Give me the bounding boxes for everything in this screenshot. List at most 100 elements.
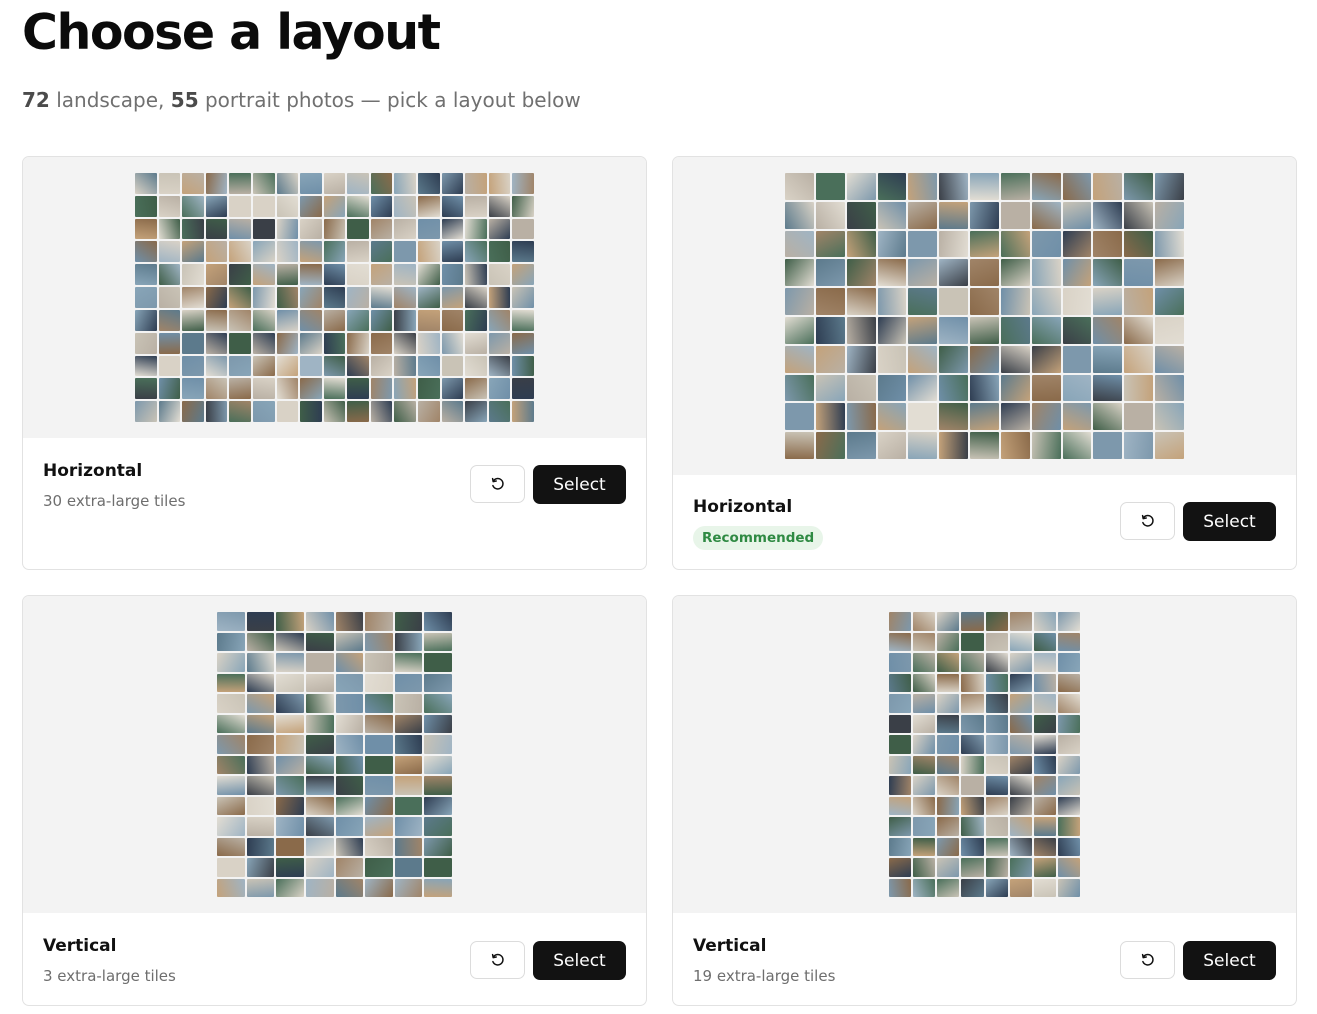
photo-thumbnail — [335, 653, 364, 672]
photo-thumbnail — [465, 173, 487, 194]
photo-thumbnail — [418, 218, 440, 240]
photo-thumbnail — [158, 241, 181, 263]
photo-thumbnail — [347, 378, 369, 400]
reset-button[interactable] — [470, 941, 525, 979]
photo-thumbnail — [1009, 796, 1032, 815]
photo-thumbnail — [1009, 776, 1032, 795]
photo-thumbnail — [985, 673, 1008, 692]
photo-thumbnail — [305, 694, 334, 713]
photo-thumbnail — [365, 632, 393, 651]
photo-thumbnail — [908, 374, 938, 402]
photo-thumbnail — [785, 316, 814, 344]
photo-thumbnail — [1155, 230, 1184, 258]
reset-button[interactable] — [1120, 941, 1175, 979]
photo-thumbnail — [1033, 714, 1056, 733]
photo-thumbnail — [246, 714, 275, 733]
photo-thumbnail — [785, 173, 814, 200]
photo-thumbnail — [488, 355, 511, 377]
photo-thumbnail — [205, 264, 228, 286]
photo-thumbnail — [846, 288, 876, 315]
layout-preview — [23, 157, 646, 438]
photo-thumbnail — [512, 401, 534, 422]
photo-thumbnail — [305, 858, 334, 877]
card-description: 3 extra-large tiles — [43, 967, 176, 985]
photo-thumbnail — [335, 632, 364, 651]
photo-thumbnail — [937, 673, 960, 692]
photo-thumbnail — [135, 332, 157, 354]
reset-button[interactable] — [470, 465, 525, 503]
select-button[interactable]: Select — [1183, 941, 1276, 980]
photo-thumbnail — [889, 653, 912, 672]
photo-thumbnail — [1033, 653, 1056, 672]
photo-thumbnail — [488, 218, 511, 240]
mosaic-preview — [217, 612, 452, 897]
photo-thumbnail — [913, 878, 936, 897]
select-button[interactable]: Select — [533, 941, 626, 980]
photo-thumbnail — [1062, 374, 1092, 402]
photo-thumbnail — [335, 776, 364, 795]
rotate-ccw-icon — [491, 477, 504, 490]
photo-thumbnail — [418, 332, 440, 354]
photo-thumbnail — [276, 264, 299, 286]
photo-thumbnail — [985, 878, 1008, 897]
photo-summary: 72 landscape, 55 portrait photos — pick … — [22, 86, 581, 114]
photo-thumbnail — [913, 714, 936, 733]
photo-thumbnail — [246, 878, 275, 897]
photo-thumbnail — [970, 288, 999, 315]
photo-thumbnail — [1009, 878, 1032, 897]
photo-thumbnail — [252, 218, 275, 240]
photo-thumbnail — [1057, 694, 1080, 713]
photo-thumbnail — [365, 735, 393, 754]
select-button[interactable]: Select — [533, 465, 626, 504]
photo-thumbnail — [970, 173, 999, 200]
reset-button[interactable] — [1120, 502, 1175, 540]
photo-thumbnail — [158, 401, 181, 422]
photo-thumbnail — [939, 201, 969, 229]
photo-thumbnail — [785, 374, 814, 402]
photo-thumbnail — [1000, 432, 1030, 459]
photo-thumbnail — [785, 288, 814, 315]
photo-thumbnail — [939, 173, 969, 200]
photo-thumbnail — [394, 673, 423, 692]
photo-thumbnail — [217, 673, 245, 692]
photo-thumbnail — [937, 796, 960, 815]
photo-thumbnail — [276, 653, 304, 672]
select-button[interactable]: Select — [1183, 502, 1276, 541]
photo-thumbnail — [418, 309, 440, 331]
photo-thumbnail — [939, 316, 969, 344]
photo-thumbnail — [1031, 230, 1061, 258]
photo-thumbnail — [877, 432, 907, 459]
photo-thumbnail — [970, 230, 999, 258]
photo-thumbnail — [846, 403, 876, 431]
photo-thumbnail — [1093, 316, 1123, 344]
photo-thumbnail — [394, 378, 417, 400]
photo-thumbnail — [512, 264, 534, 286]
photo-thumbnail — [889, 694, 912, 713]
photo-thumbnail — [135, 287, 157, 308]
photo-thumbnail — [365, 837, 393, 856]
photo-thumbnail — [252, 264, 275, 286]
photo-thumbnail — [846, 374, 876, 402]
photo-thumbnail — [323, 401, 346, 422]
photo-thumbnail — [205, 401, 228, 422]
photo-thumbnail — [985, 817, 1008, 836]
photo-thumbnail — [158, 287, 181, 308]
photo-thumbnail — [1009, 694, 1032, 713]
photo-thumbnail — [937, 612, 960, 631]
photo-thumbnail — [305, 755, 334, 774]
photo-thumbnail — [305, 817, 334, 836]
photo-thumbnail — [335, 858, 364, 877]
photo-thumbnail — [1033, 817, 1056, 836]
photo-thumbnail — [970, 201, 999, 229]
photo-thumbnail — [1062, 259, 1092, 287]
photo-thumbnail — [347, 218, 369, 240]
photo-thumbnail — [252, 241, 275, 263]
photo-thumbnail — [985, 776, 1008, 795]
photo-thumbnail — [1155, 403, 1184, 431]
layout-card-vertical-1: Vertical 3 extra-large tiles Select — [22, 595, 647, 1006]
photo-thumbnail — [424, 714, 452, 733]
photo-thumbnail — [394, 332, 417, 354]
photo-thumbnail — [418, 355, 440, 377]
photo-thumbnail — [815, 432, 845, 459]
photo-thumbnail — [877, 316, 907, 344]
